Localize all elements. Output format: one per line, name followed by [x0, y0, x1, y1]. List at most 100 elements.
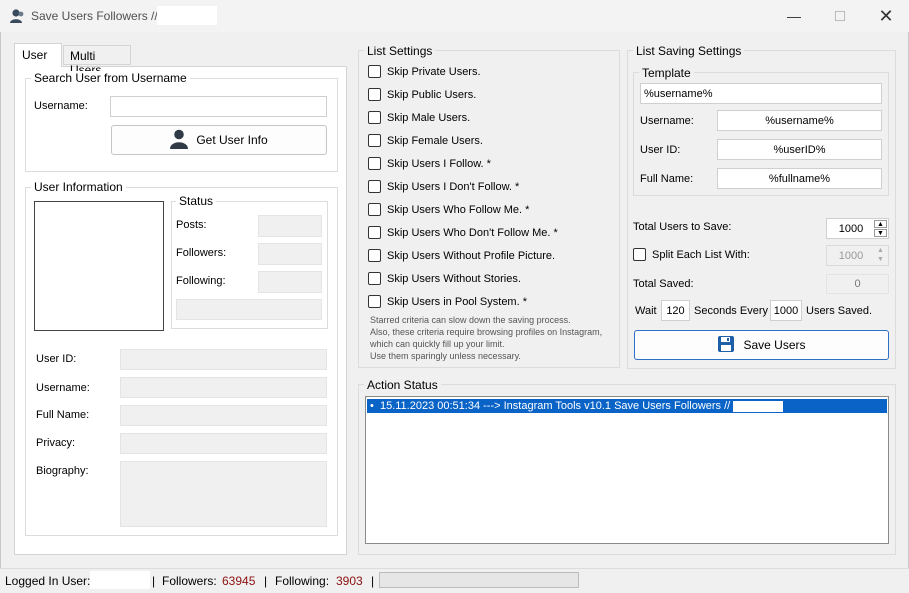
checkbox[interactable] [368, 134, 381, 147]
action-log[interactable]: • 15.11.2023 00:51:34 ---> Instagram Too… [365, 396, 889, 544]
username-label: Username: [36, 382, 90, 394]
checkbox[interactable] [368, 157, 381, 170]
status-extra-field [176, 299, 322, 320]
save-users-button[interactable]: Save Users [634, 330, 889, 360]
option-label: Skip Users Without Profile Picture. [387, 249, 556, 262]
option-row[interactable]: Skip Users I Follow. * [368, 157, 491, 170]
separator: | [152, 574, 156, 588]
posts-value [258, 215, 322, 237]
template-full-name-button[interactable]: %fullname% [717, 168, 882, 189]
progress-bar [379, 572, 579, 588]
privacy-label: Privacy: [36, 437, 76, 449]
chevron-down-icon[interactable]: ▼ [874, 229, 887, 237]
list-settings-title: List Settings [364, 44, 436, 58]
tab-user[interactable]: User [14, 43, 62, 67]
checkbox[interactable] [368, 203, 381, 216]
separator: | [371, 574, 375, 588]
option-label: Skip Male Users. [387, 111, 471, 124]
search-group-title: Search User from Username [31, 71, 190, 85]
template-user-id-label: User ID: [640, 144, 681, 156]
checkbox[interactable] [368, 65, 381, 78]
log-text: 15.11.2023 00:51:34 ---> Instagram Tools… [379, 400, 734, 412]
chevron-down-icon: ▼ [877, 256, 884, 263]
logged-in-value [90, 571, 150, 589]
checkbox[interactable] [368, 249, 381, 262]
checkbox[interactable] [368, 295, 381, 308]
user-info-title: User Information [31, 180, 126, 194]
template-full-name-label: Full Name: [640, 173, 694, 185]
users-saved-label: Users Saved. [806, 305, 873, 317]
checkbox[interactable] [368, 226, 381, 239]
every-input[interactable]: 1000 [770, 300, 802, 321]
template-input[interactable]: %username% [640, 83, 882, 104]
save-users-label: Save Users [743, 338, 806, 352]
get-user-info-button[interactable]: Get User Info [111, 125, 327, 155]
followers-value [258, 243, 322, 265]
template-title: Template [639, 66, 694, 80]
title-redaction [157, 6, 217, 25]
get-user-info-label: Get User Info [196, 133, 268, 147]
checkbox[interactable] [368, 180, 381, 193]
option-row[interactable]: Skip Users Who Follow Me. * [368, 203, 529, 216]
minimize-button[interactable]: — [771, 0, 817, 32]
option-label: Skip Users I Don't Follow. * [387, 180, 520, 193]
option-row[interactable]: Skip Users Without Profile Picture. [368, 249, 555, 262]
option-row[interactable]: Skip Users Without Stories. [368, 272, 521, 285]
total-users-stepper[interactable]: 1000 ▲ ▼ [826, 218, 889, 239]
wait-input[interactable]: 120 [661, 300, 690, 321]
close-button[interactable]: ✕ [863, 0, 909, 32]
logged-in-label: Logged In User: [5, 574, 91, 588]
note-line: which can quickly fill up your limit. [370, 339, 505, 349]
split-stepper[interactable]: 1000 ▲ ▼ [826, 245, 889, 266]
criteria-note: Starred criteria can slow down the savin… [370, 314, 615, 362]
checkbox[interactable] [368, 88, 381, 101]
close-icon: ✕ [878, 5, 894, 26]
seconds-every-label: Seconds Every [694, 305, 768, 317]
split-label: Split Each List With: [652, 248, 750, 261]
status-title: Status [176, 194, 217, 208]
chevron-up-icon: ▲ [877, 247, 884, 254]
option-label: Skip Users Who Follow Me. * [387, 203, 530, 216]
note-line: Use them sparingly unless necessary. [370, 351, 521, 361]
log-bullet: • [370, 400, 380, 412]
log-item[interactable]: • 15.11.2023 00:51:34 ---> Instagram Too… [367, 399, 887, 413]
checkbox[interactable] [368, 272, 381, 285]
username-field [120, 377, 327, 398]
following-label: Following: [176, 275, 226, 287]
option-label: Skip Users in Pool System. * [387, 295, 527, 308]
log-redaction [733, 400, 784, 412]
posts-label: Posts: [176, 219, 207, 231]
option-row[interactable]: Skip Male Users. [368, 111, 470, 124]
option-row[interactable]: Skip Users I Don't Follow. * [368, 180, 519, 193]
user-icon [170, 129, 189, 152]
maximize-button[interactable] [817, 0, 863, 32]
search-username-label: Username: [34, 100, 88, 112]
floppy-disk-icon [717, 335, 735, 356]
total-saved-label: Total Saved: [633, 278, 694, 290]
option-label: Skip Users I Follow. * [387, 157, 491, 170]
checkbox[interactable] [368, 111, 381, 124]
split-option[interactable]: Split Each List With: [633, 248, 750, 261]
option-row[interactable]: Skip Users Who Don't Follow Me. * [368, 226, 558, 239]
option-label: Skip Female Users. [387, 134, 483, 147]
user-icon [9, 8, 25, 24]
status-following-label: Following: [275, 574, 330, 588]
note-line: Starred criteria can slow down the savin… [370, 315, 571, 325]
followers-label: Followers: [176, 247, 227, 259]
option-row[interactable]: Skip Public Users. [368, 88, 476, 101]
template-user-id-button[interactable]: %userID% [717, 139, 882, 160]
status-followers-value: 63945 [222, 574, 256, 588]
template-username-button[interactable]: %username% [717, 110, 882, 131]
following-value [258, 271, 322, 293]
option-row[interactable]: Skip Users in Pool System. * [368, 295, 527, 308]
full-name-field [120, 405, 327, 426]
minimize-icon: — [787, 8, 801, 24]
option-row[interactable]: Skip Female Users. [368, 134, 483, 147]
split-checkbox[interactable] [633, 248, 646, 261]
full-name-label: Full Name: [36, 409, 90, 421]
option-row[interactable]: Skip Private Users. [368, 65, 481, 78]
total-users-value: 1000 [838, 222, 864, 235]
chevron-up-icon[interactable]: ▲ [874, 220, 887, 228]
tab-multi-users[interactable]: Multi Users [63, 45, 131, 77]
search-username-input[interactable] [110, 96, 327, 117]
